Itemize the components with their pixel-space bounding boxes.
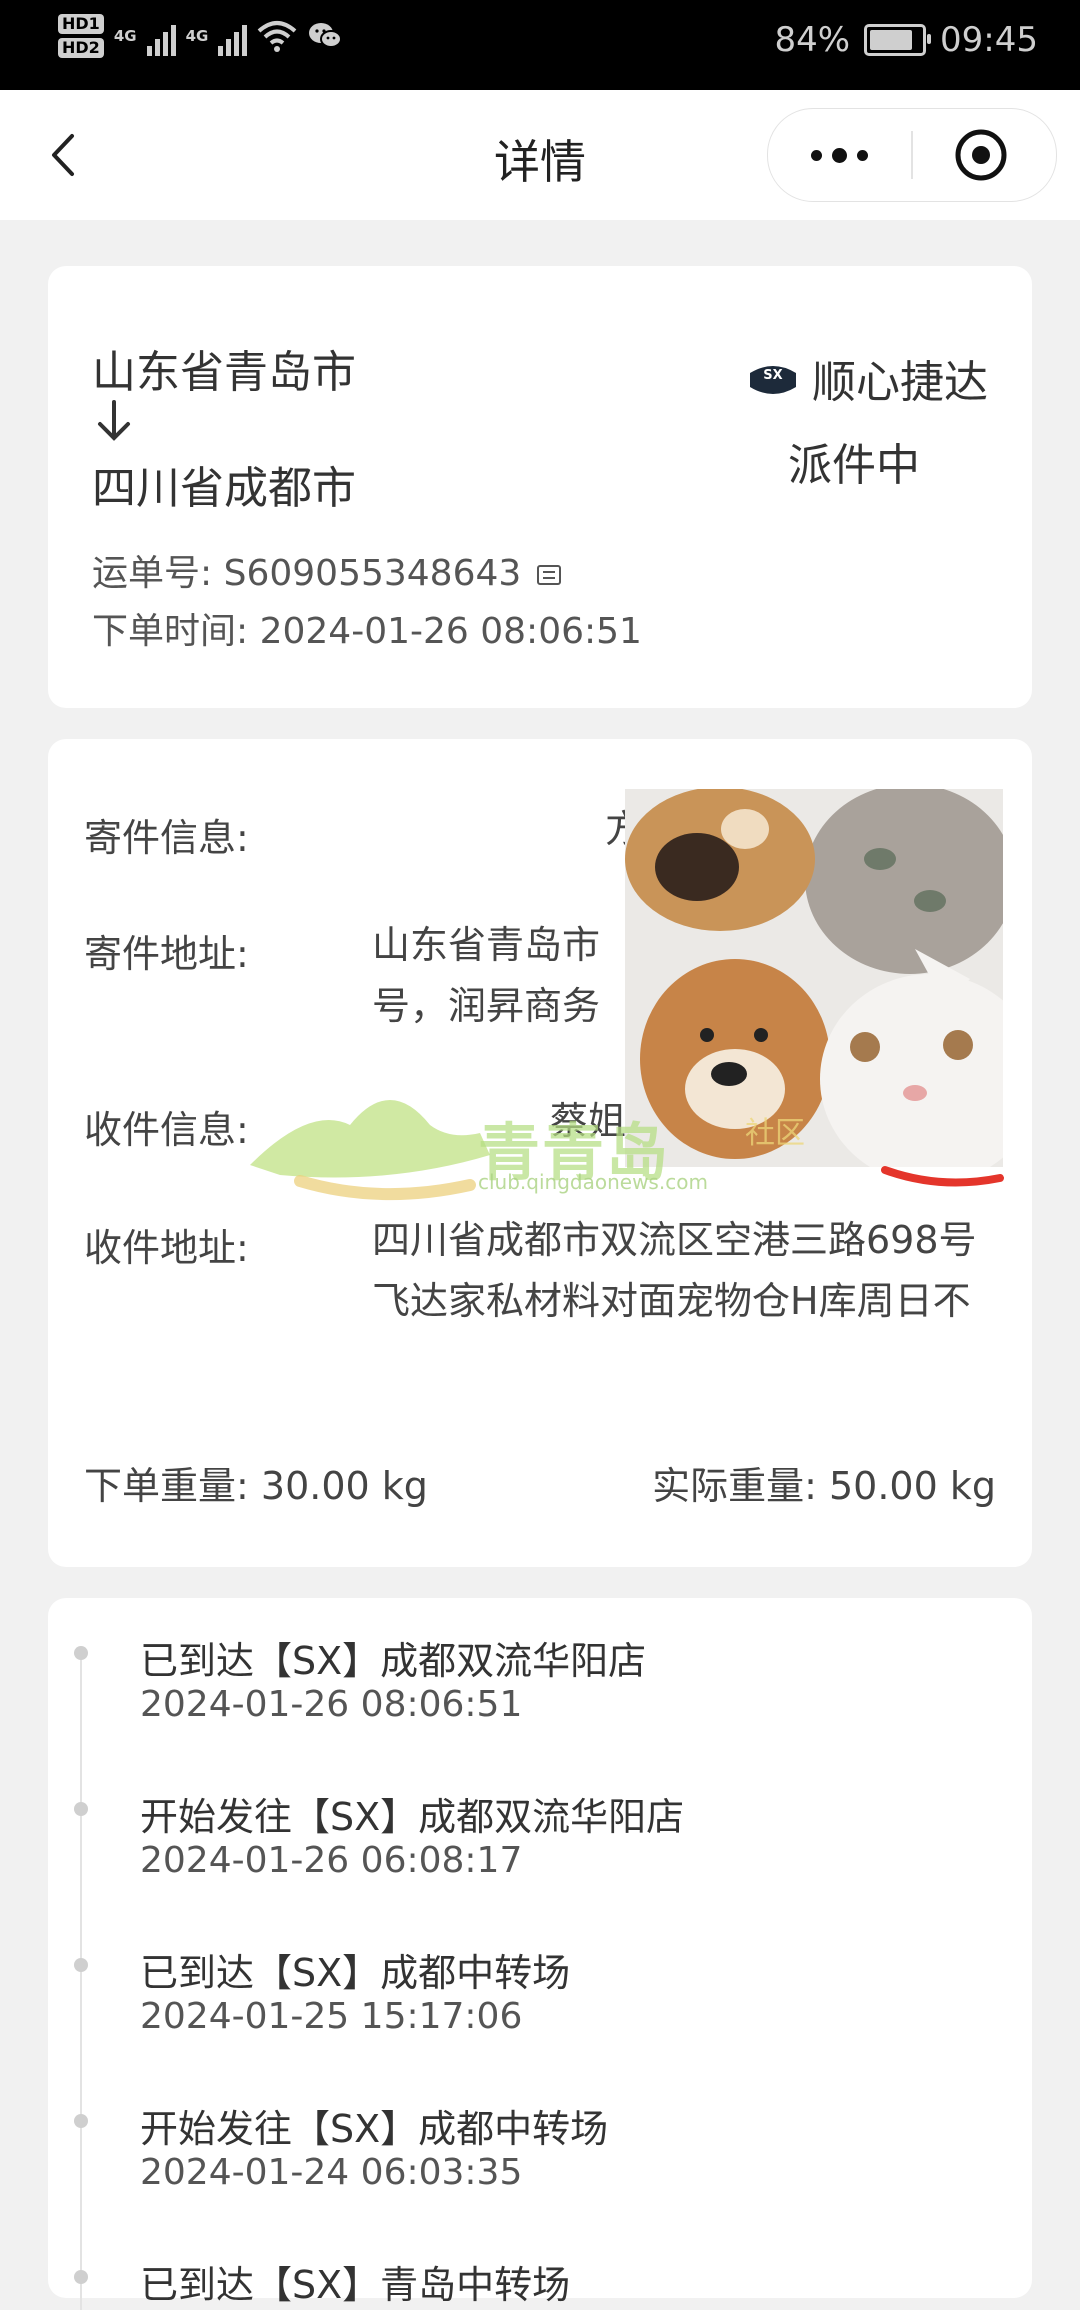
timeline-event-title: 已到达【SX】成都双流华阳店 bbox=[140, 1639, 647, 1683]
origin-city: 山东省青岛市 bbox=[92, 347, 356, 398]
network2-label: 4G bbox=[185, 27, 209, 45]
dot-icon bbox=[857, 149, 868, 161]
wifi-icon bbox=[257, 21, 297, 52]
timeline-event-time: 2024-01-24 06:03:35 bbox=[140, 2152, 523, 2193]
close-miniprogram-icon[interactable] bbox=[953, 127, 1009, 183]
more-button[interactable] bbox=[768, 109, 911, 201]
actual-weight: 实际重量: 50.00 kg bbox=[652, 1455, 996, 1510]
timeline-dot bbox=[74, 2270, 88, 2284]
receiver-info-label: 收件信息: bbox=[84, 1108, 249, 1152]
timeline-event-time: 2024-01-26 06:08:17 bbox=[140, 1840, 523, 1881]
sim1-badge: HD1 bbox=[58, 14, 104, 34]
actual-weight-label: 实际重量: bbox=[652, 1464, 817, 1508]
clock: 09:45 bbox=[940, 20, 1038, 60]
nav-bar: 详情 bbox=[0, 90, 1080, 220]
sender-address-label: 寄件地址: bbox=[84, 932, 249, 976]
tracking-timeline-card: 已到达【SX】成都双流华阳店 2024-01-26 08:06:51 开始发往【… bbox=[48, 1598, 1032, 2310]
order-weight: 下单重量: 30.00 kg bbox=[84, 1455, 428, 1510]
watermark-community: 社区 bbox=[745, 1116, 805, 1151]
destination-city: 四川省成都市 bbox=[92, 463, 356, 514]
timeline-dot bbox=[74, 2114, 88, 2128]
timeline-event-title: 开始发往【SX】成都中转场 bbox=[140, 2107, 609, 2151]
timeline-event-title: 已到达【SX】青岛中转场 bbox=[140, 2263, 571, 2307]
sim-indicators: HD1 HD2 bbox=[58, 14, 104, 58]
status-left: HD1 HD2 4G 4G bbox=[58, 14, 343, 58]
status-right: 84% 09:45 bbox=[774, 20, 1038, 60]
carrier-logo-icon: SX bbox=[750, 366, 796, 394]
sender-info-label: 寄件信息: bbox=[84, 816, 249, 860]
red-mark-decoration bbox=[881, 1166, 1004, 1187]
order-weight-label: 下单重量: bbox=[84, 1464, 249, 1508]
waybill-label: 运单号: bbox=[92, 553, 213, 594]
timeline-event-time: 2024-01-25 15:17:06 bbox=[140, 1996, 523, 2037]
dot-icon bbox=[811, 149, 822, 161]
carrier-logo-text: SX bbox=[763, 368, 782, 383]
copy-icon[interactable] bbox=[535, 563, 563, 587]
waybill-row: 运单号: S609055348643 bbox=[92, 544, 563, 596]
watermark-url: club.qingdaonews.com bbox=[478, 1170, 708, 1194]
sim2-badge: HD2 bbox=[58, 38, 104, 58]
network1-label: 4G bbox=[113, 27, 137, 45]
timeline-line bbox=[80, 1650, 82, 2310]
battery-fill bbox=[870, 30, 913, 50]
arrow-down-icon bbox=[98, 400, 130, 441]
timeline-event-title: 开始发往【SX】成都双流华阳店 bbox=[140, 1795, 685, 1839]
order-weight-value: 30.00 kg bbox=[260, 1464, 428, 1508]
carrier-info: SX 顺心捷达 bbox=[746, 346, 988, 410]
timeline-event-time: 2024-01-26 08:06:51 bbox=[140, 1684, 523, 1725]
wechat-icon bbox=[309, 23, 343, 48]
receiver-address-label: 收件地址: bbox=[84, 1226, 249, 1270]
timeline-event-title: 已到达【SX】成都中转场 bbox=[140, 1951, 571, 1995]
receiver-address-value: 四川省成都市双流区空港三路698号飞达家私材料对面宠物仓H库周日不 bbox=[372, 1218, 977, 1323]
order-time-label: 下单时间: bbox=[92, 611, 249, 652]
carrier-name: 顺心捷达 bbox=[812, 357, 988, 408]
miniprogram-capsule bbox=[767, 108, 1057, 202]
waybill-number[interactable]: S609055348643 bbox=[224, 553, 522, 594]
timeline-dot bbox=[74, 1646, 88, 1660]
order-time-row: 下单时间: 2024-01-26 08:06:51 bbox=[92, 602, 642, 654]
battery-icon bbox=[864, 24, 932, 56]
status-bar: HD1 HD2 4G 4G 84% 09:45 bbox=[0, 0, 1080, 90]
timeline-dot bbox=[74, 1958, 88, 1972]
order-time-value: 2024-01-26 08:06:51 bbox=[259, 611, 642, 652]
signal2-icon bbox=[218, 16, 248, 56]
delivery-status: 派件中 bbox=[788, 440, 920, 491]
timeline-dot bbox=[74, 1802, 88, 1816]
capsule-divider bbox=[911, 131, 913, 179]
route-card: 山东省青岛市 四川省成都市 SX 顺心捷达 派件中 运单号: S60905534… bbox=[48, 266, 1032, 708]
actual-weight-value: 50.00 kg bbox=[829, 1464, 996, 1508]
dot-icon bbox=[832, 147, 847, 163]
battery-percent: 84% bbox=[774, 20, 851, 60]
signal1-icon bbox=[146, 16, 176, 56]
